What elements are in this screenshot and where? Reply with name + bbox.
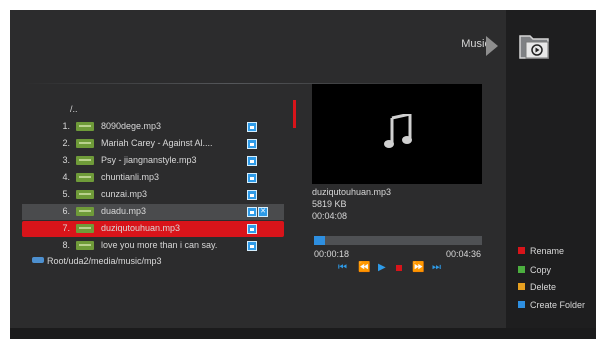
file-name: duadu.mp3 (101, 206, 147, 216)
mp3-file-icon (76, 190, 94, 199)
current-path: Root/uda2/media/music/mp3 (32, 256, 162, 266)
item-number: 8. (62, 240, 70, 250)
rename-label: Rename (530, 246, 565, 256)
forward-fast-icon[interactable]: ⏭ (432, 261, 441, 275)
list-item[interactable]: 4. chuntianli.mp3 (22, 170, 284, 186)
scrollbar-thumb[interactable] (293, 100, 296, 128)
item-number: 7. (62, 223, 70, 233)
list-item[interactable]: 5. cunzai.mp3 (22, 187, 284, 203)
create-folder-label: Create Folder (530, 300, 586, 310)
item-number: 3. (62, 155, 70, 165)
file-name: cunzai.mp3 (101, 189, 148, 199)
parent-directory-row[interactable]: /.. (22, 102, 284, 118)
item-number: 5. (62, 189, 70, 199)
rewind-fast-icon[interactable]: ⏮ (338, 261, 347, 275)
page-title: Music (461, 38, 490, 50)
mp3-file-icon (76, 224, 94, 233)
file-name: Psy - jiangnanstyle.mp3 (101, 155, 197, 165)
heart-icon[interactable] (247, 190, 257, 200)
stop-icon[interactable] (396, 265, 402, 271)
music-folder-icon (519, 35, 549, 59)
file-name: 8090dege.mp3 (101, 121, 162, 131)
parent-directory-label: /.. (70, 104, 78, 114)
blue-key-icon (518, 301, 525, 308)
yellow-key-icon (518, 283, 525, 290)
red-key-icon (518, 247, 525, 254)
heart-icon[interactable] (247, 207, 257, 217)
heart-icon[interactable] (247, 173, 257, 183)
heart-icon[interactable] (247, 156, 257, 166)
arrow-right-icon (486, 36, 498, 56)
track-size: 5819 KB (312, 199, 347, 209)
list-item[interactable]: 3. Psy - jiangnanstyle.mp3 (22, 153, 284, 169)
mp3-file-icon (76, 173, 94, 182)
file-name: love you more than i can say. (101, 240, 218, 250)
rewind-icon[interactable]: ⏪ (358, 261, 370, 275)
list-item-selected[interactable]: 7. duziqutouhuan.mp3 (22, 221, 284, 237)
playback-controls: ⏮ ⏪ ▶ ⏩ ⏭ (338, 261, 458, 275)
bottom-band (10, 328, 596, 339)
list-item[interactable]: 8. love you more than i can say. (22, 238, 284, 254)
track-filename: duziqutouhuan.mp3 (312, 187, 392, 197)
path-text: Root/uda2/media/music/mp3 (47, 256, 162, 266)
item-number: 1. (62, 121, 70, 131)
track-duration: 00:04:08 (312, 211, 348, 221)
elapsed-time: 00:00:18 (314, 249, 350, 259)
heart-icon[interactable] (247, 224, 257, 234)
green-key-icon (518, 266, 525, 273)
list-item-highlighted[interactable]: 6. duadu.mp3 ✕ (22, 204, 284, 220)
mp3-file-icon (76, 156, 94, 165)
file-name: duziqutouhuan.mp3 (101, 223, 181, 233)
copy-label: Copy (530, 265, 552, 275)
close-icon[interactable]: ✕ (258, 207, 268, 217)
mp3-file-icon (76, 207, 94, 216)
file-name: chuntianli.mp3 (101, 172, 160, 182)
usb-drive-icon (32, 257, 44, 263)
heart-icon[interactable] (247, 139, 257, 149)
playback-progress-bar[interactable] (314, 236, 482, 245)
delete-label: Delete (530, 282, 557, 292)
item-number: 2. (62, 138, 70, 148)
music-note-icon (384, 114, 412, 148)
file-name: Mariah Carey - Against Al.... (101, 138, 213, 148)
heart-icon[interactable] (247, 122, 257, 132)
album-art-preview (312, 84, 482, 184)
tv-screen-frame: Music /.. 1. 8090dege.mp3 2. Mariah Care… (0, 0, 596, 339)
item-number: 4. (62, 172, 70, 182)
mp3-file-icon (76, 241, 94, 250)
mp3-file-icon (76, 139, 94, 148)
heart-icon[interactable] (247, 241, 257, 251)
list-item[interactable]: 1. 8090dege.mp3 (22, 119, 284, 135)
mp3-file-icon (76, 122, 94, 131)
forward-icon[interactable]: ⏩ (412, 261, 424, 275)
list-item[interactable]: 2. Mariah Carey - Against Al.... (22, 136, 284, 152)
total-time: 00:04:36 (446, 249, 482, 259)
play-icon[interactable]: ▶ (378, 261, 386, 275)
item-number: 6. (62, 206, 70, 216)
progress-fill (314, 236, 325, 245)
